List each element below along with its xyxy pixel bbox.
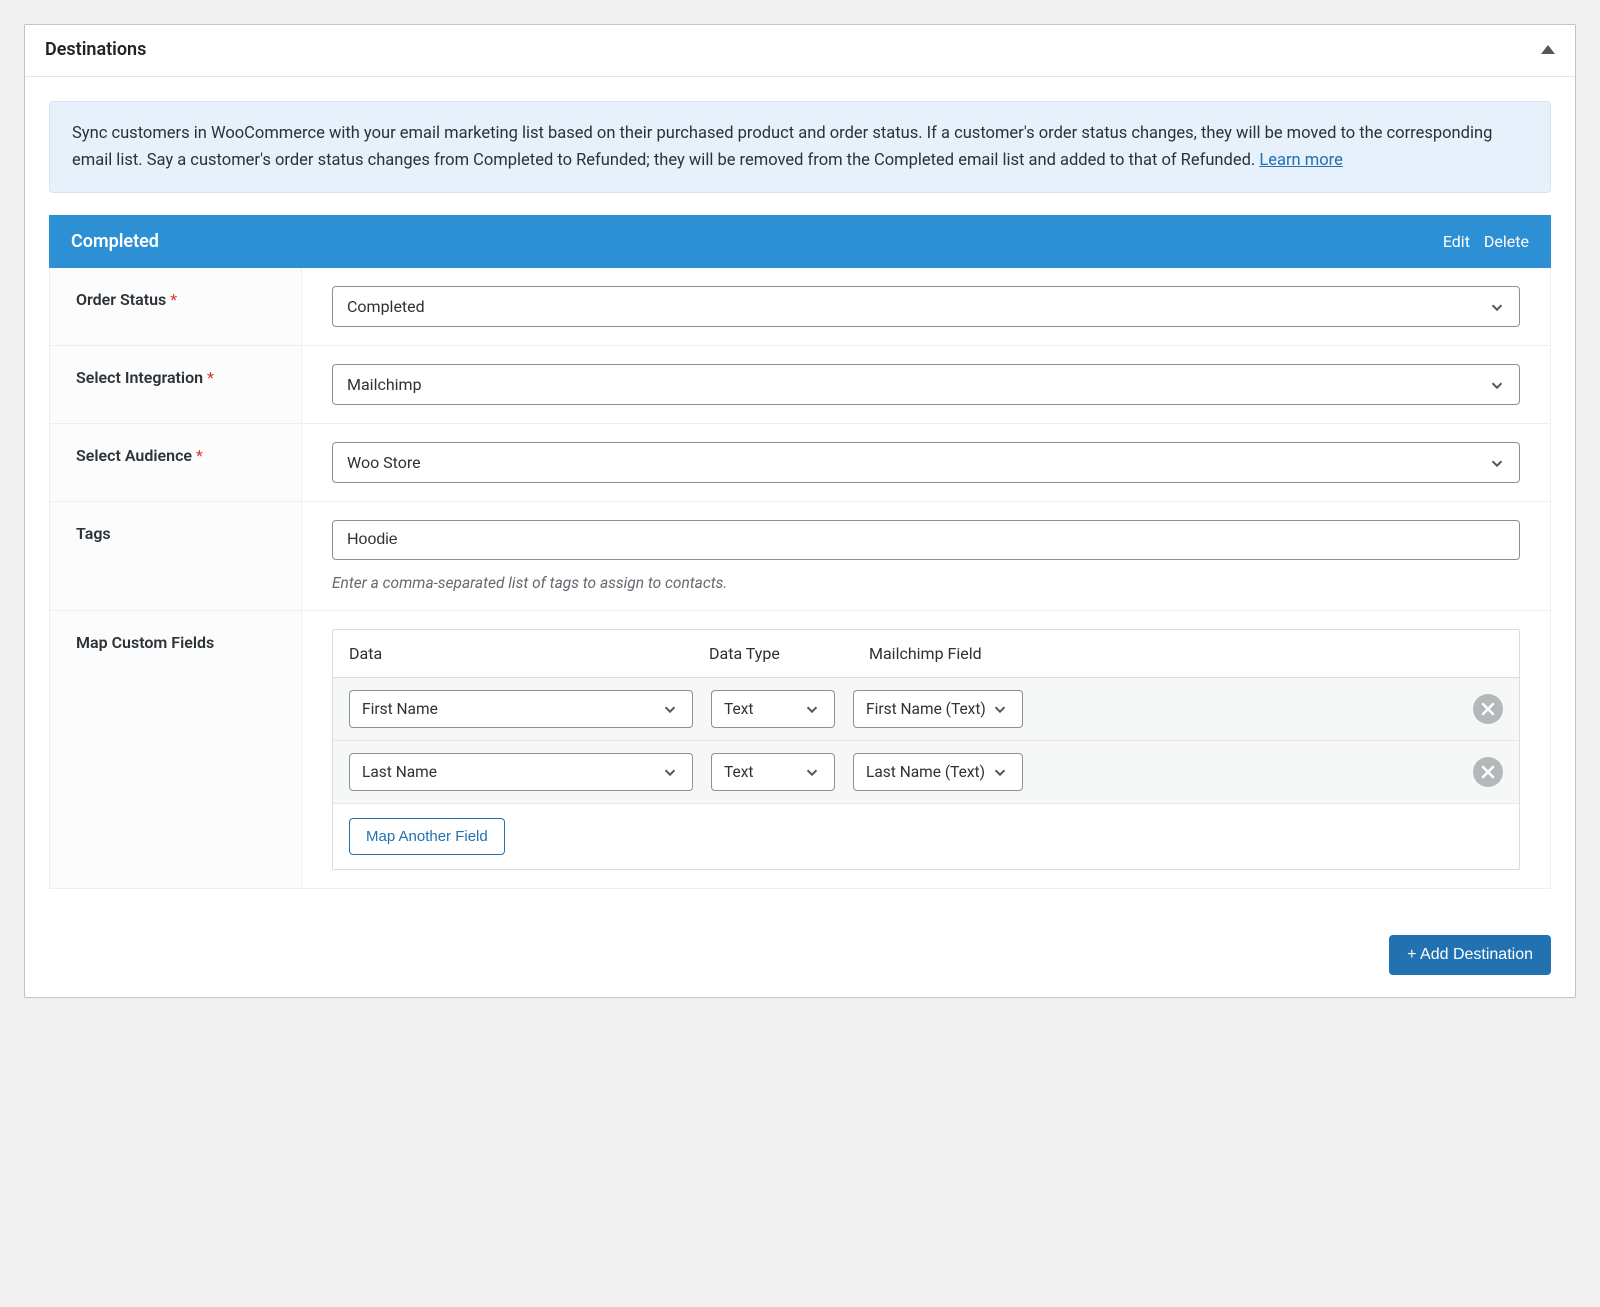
header-type: Data Type xyxy=(709,644,869,663)
select-value: First Name xyxy=(349,690,693,728)
panel-title: Destinations xyxy=(45,39,146,60)
select-value: Completed xyxy=(332,286,1520,327)
label-map-fields: Map Custom Fields xyxy=(50,611,302,888)
map-table-header: Data Data Type Mailchimp Field xyxy=(333,630,1519,678)
select-value: Last Name xyxy=(349,753,693,791)
label-order-status: Order Status* xyxy=(50,268,302,345)
select-value: Last Name (Text) xyxy=(853,753,1023,791)
row-tags: Tags Enter a comma-separated list of tag… xyxy=(50,502,1550,611)
destination-header: Completed Edit Delete xyxy=(49,215,1551,268)
destinations-panel: Destinations Sync customers in WooCommer… xyxy=(24,24,1576,998)
required-asterisk: * xyxy=(196,446,203,465)
tags-input[interactable] xyxy=(332,520,1520,560)
order-status-select[interactable]: Completed xyxy=(332,286,1520,327)
destination-title: Completed xyxy=(71,231,159,252)
integration-select[interactable]: Mailchimp xyxy=(332,364,1520,405)
label-tags: Tags xyxy=(50,502,302,610)
map-type-select[interactable]: Text xyxy=(711,690,835,728)
map-field-select[interactable]: Last Name (Text) xyxy=(853,753,1023,791)
destination-form: Order Status* Completed Select Integrati… xyxy=(49,268,1551,889)
map-row: Last Name Text xyxy=(333,741,1519,804)
map-row: First Name Text xyxy=(333,678,1519,741)
label-text: Select Integration xyxy=(76,368,203,387)
map-field-select[interactable]: First Name (Text) xyxy=(853,690,1023,728)
remove-row-button[interactable] xyxy=(1473,694,1503,724)
label-audience: Select Audience* xyxy=(50,424,302,501)
select-value: Mailchimp xyxy=(332,364,1520,405)
header-data: Data xyxy=(349,644,709,663)
select-value: Text xyxy=(711,753,835,791)
close-icon xyxy=(1481,765,1495,779)
label-text: Map Custom Fields xyxy=(76,633,214,652)
panel-header[interactable]: Destinations xyxy=(25,25,1575,77)
row-audience: Select Audience* Woo Store xyxy=(50,424,1550,502)
map-another-field-button[interactable]: Map Another Field xyxy=(349,818,505,855)
row-order-status: Order Status* Completed xyxy=(50,268,1550,346)
close-icon xyxy=(1481,702,1495,716)
collapse-caret-icon[interactable] xyxy=(1541,45,1555,54)
panel-footer: + Add Destination xyxy=(25,913,1575,997)
destination-actions: Edit Delete xyxy=(1443,232,1529,251)
learn-more-link[interactable]: Learn more xyxy=(1259,151,1342,170)
audience-select[interactable]: Woo Store xyxy=(332,442,1520,483)
header-field: Mailchimp Field xyxy=(869,644,1503,663)
select-value: First Name (Text) xyxy=(853,690,1023,728)
edit-link[interactable]: Edit xyxy=(1443,232,1470,251)
map-type-select[interactable]: Text xyxy=(711,753,835,791)
tags-helper: Enter a comma-separated list of tags to … xyxy=(332,574,1520,592)
required-asterisk: * xyxy=(207,368,214,387)
select-value: Text xyxy=(711,690,835,728)
panel-body: Sync customers in WooCommerce with your … xyxy=(25,77,1575,913)
delete-link[interactable]: Delete xyxy=(1484,232,1529,251)
label-integration: Select Integration* xyxy=(50,346,302,423)
map-fields-table: Data Data Type Mailchimp Field First Nam… xyxy=(332,629,1520,870)
select-value: Woo Store xyxy=(332,442,1520,483)
map-data-select[interactable]: First Name xyxy=(349,690,693,728)
label-text: Tags xyxy=(76,524,111,543)
required-asterisk: * xyxy=(170,290,177,309)
map-footer: Map Another Field xyxy=(333,804,1519,869)
remove-row-button[interactable] xyxy=(1473,757,1503,787)
map-data-select[interactable]: Last Name xyxy=(349,753,693,791)
add-destination-button[interactable]: + Add Destination xyxy=(1389,935,1551,975)
label-text: Select Audience xyxy=(76,446,192,465)
row-integration: Select Integration* Mailchimp xyxy=(50,346,1550,424)
row-map-fields: Map Custom Fields Data Data Type Mailchi… xyxy=(50,611,1550,888)
label-text: Order Status xyxy=(76,290,166,309)
info-notice: Sync customers in WooCommerce with your … xyxy=(49,101,1551,193)
